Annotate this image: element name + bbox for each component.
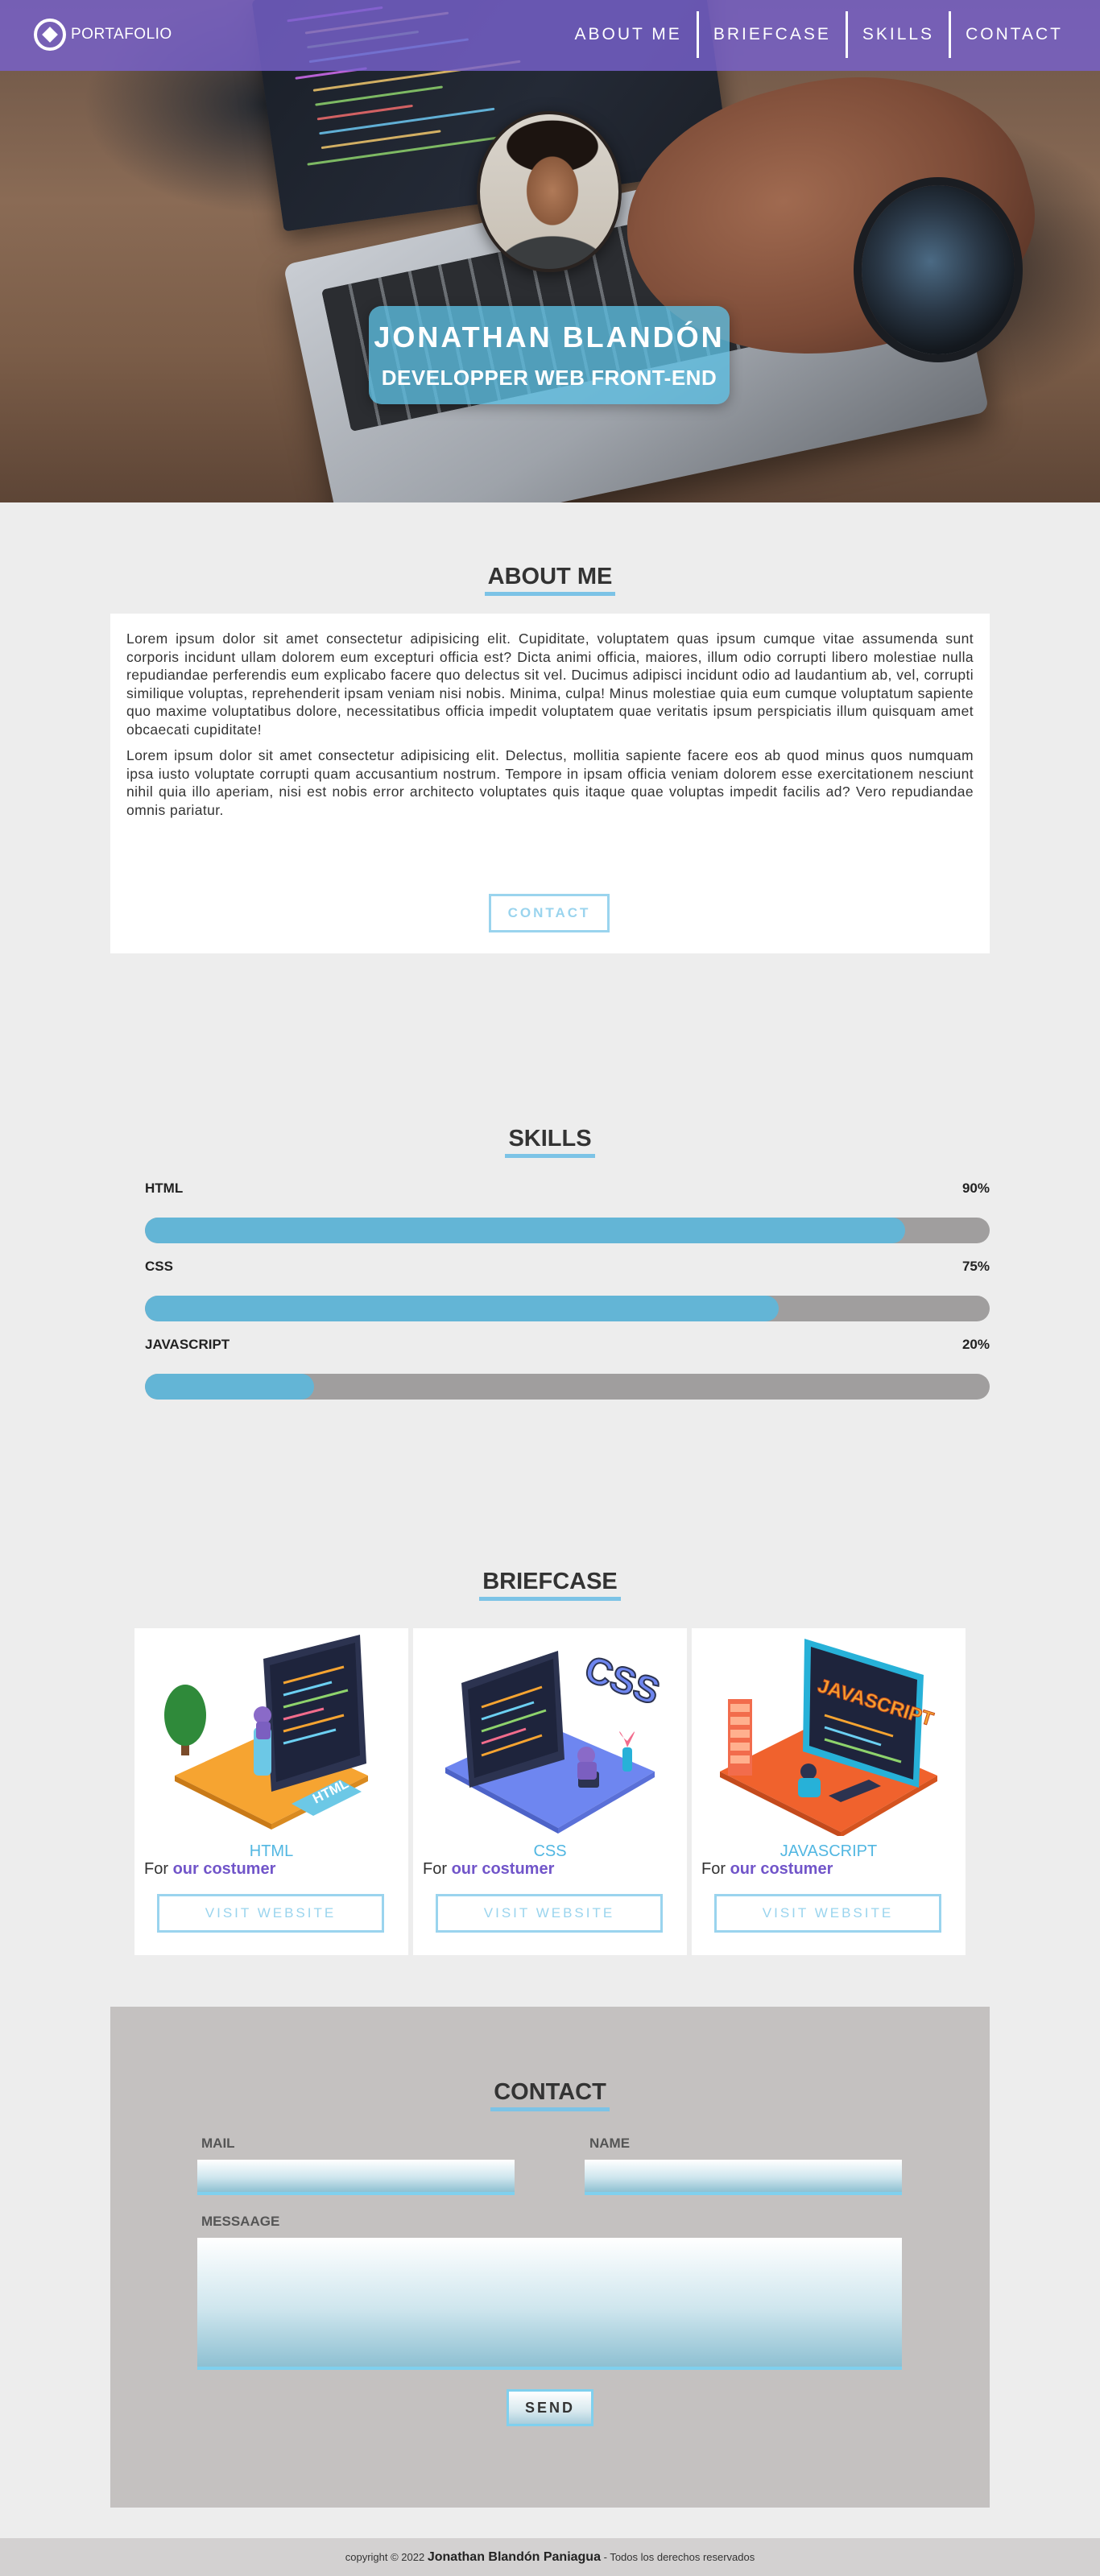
skill-percent: 90% [961, 1180, 990, 1196]
about-paragraph-1: Lorem ipsum dolor sit amet consectetur a… [126, 631, 974, 738]
css-badge-text: CSS [580, 1648, 666, 1713]
skill-progress-track [145, 1296, 990, 1321]
project-card-html: HTML HTML For our costumer VISIT WEBSITE [134, 1628, 408, 1955]
footer-author: Jonathan Blandón Paniagua [427, 2550, 601, 2564]
send-button[interactable]: SEND [507, 2389, 593, 2426]
visit-website-button[interactable]: VISIT WEBSITE [157, 1894, 384, 1933]
hero-role: DEVELOPPER WEB FRONT-END [381, 366, 717, 390]
skill-progress-fill [145, 1374, 314, 1400]
name-label: NAME [589, 2136, 631, 2151]
skill-name: JAVASCRIPT [145, 1337, 230, 1352]
skill-percent: 75% [961, 1259, 990, 1274]
mail-label: MAIL [201, 2136, 235, 2151]
skill-progress-track [145, 1374, 990, 1400]
logo-icon [34, 19, 66, 51]
watch-image [862, 185, 1015, 354]
nav-menu: ABOUT ME BRIEFCASE SKILLS CONTACT [560, 11, 1077, 58]
skill-percent: 20% [961, 1337, 990, 1352]
logo-text: PORTAFOLIO [71, 26, 172, 43]
javascript-illustration: JAVASCRIPT [720, 1639, 937, 1836]
skill-javascript: JAVASCRIPT 20% [145, 1337, 990, 1400]
contact-heading: CONTACT [490, 2079, 610, 2111]
briefcase-heading: BRIEFCASE [479, 1569, 621, 1601]
project-title: HTML [249, 1842, 294, 1860]
project-title: JAVASCRIPT [780, 1842, 878, 1860]
message-textarea[interactable] [197, 2238, 902, 2370]
name-input[interactable] [585, 2160, 902, 2195]
about-card: Lorem ipsum dolor sit amet consectetur a… [110, 614, 990, 953]
about-paragraph-2: Lorem ipsum dolor sit amet consectetur a… [126, 747, 974, 818]
html-illustration: HTML [164, 1635, 368, 1830]
contact-section: CONTACT MAIL NAME MESSAAGE SEND [110, 2007, 990, 2508]
skill-progress-fill [145, 1296, 779, 1321]
profile-photo [477, 111, 622, 272]
skill-progress-track [145, 1218, 990, 1243]
project-subtitle: For our costumer [144, 1860, 276, 1878]
nav-item-briefcase[interactable]: BRIEFCASE [696, 11, 846, 58]
skill-progress-fill [145, 1218, 906, 1243]
hero-title-card: JONATHAN BLANDÓN DEVELOPPER WEB FRONT-EN… [369, 306, 730, 404]
about-section-title: ABOUT ME [0, 564, 1100, 596]
hero-banner: PORTAFOLIO ABOUT ME BRIEFCASE SKILLS CON… [0, 0, 1100, 502]
footer-prefix: copyright © 2022 [345, 2551, 425, 2563]
skill-name: CSS [145, 1259, 173, 1274]
top-navbar: PORTAFOLIO ABOUT ME BRIEFCASE SKILLS CON… [0, 0, 1100, 71]
nav-item-contact[interactable]: CONTACT [949, 11, 1077, 58]
mail-input[interactable] [197, 2160, 515, 2195]
project-card-css: CSS CSS For our costumer VISIT WEBSITE [413, 1628, 687, 1955]
project-subtitle: For our costumer [423, 1860, 555, 1878]
skill-name: HTML [145, 1180, 184, 1196]
hero-name: JONATHAN BLANDÓN [374, 320, 725, 354]
project-subtitle: For our costumer [701, 1860, 833, 1878]
project-card-javascript: JAVASCRIPT JAVASCRIPT For our costumer V… [692, 1628, 966, 1955]
skill-css: CSS 75% [145, 1259, 990, 1321]
skill-html: HTML 90% [145, 1180, 990, 1243]
skills-section-title: SKILLS [0, 1126, 1100, 1158]
footer-suffix: - Todos los derechos reservados [603, 2551, 755, 2563]
skills-heading: SKILLS [505, 1126, 595, 1158]
footer: copyright © 2022 Jonathan Blandón Paniag… [0, 2538, 1100, 2576]
logo[interactable]: PORTAFOLIO [34, 18, 172, 52]
contact-section-title: CONTACT [110, 2079, 990, 2111]
visit-website-button[interactable]: VISIT WEBSITE [714, 1894, 941, 1933]
css-illustration: CSS [445, 1647, 666, 1834]
nav-item-skills[interactable]: SKILLS [845, 11, 949, 58]
visit-website-button[interactable]: VISIT WEBSITE [436, 1894, 663, 1933]
nav-item-about-me[interactable]: ABOUT ME [560, 11, 697, 58]
about-heading: ABOUT ME [484, 564, 616, 596]
briefcase-section-title: BRIEFCASE [0, 1569, 1100, 1601]
about-contact-button[interactable]: CONTACT [489, 894, 610, 932]
message-label: MESSAAGE [201, 2214, 280, 2229]
project-title: CSS [533, 1842, 567, 1860]
